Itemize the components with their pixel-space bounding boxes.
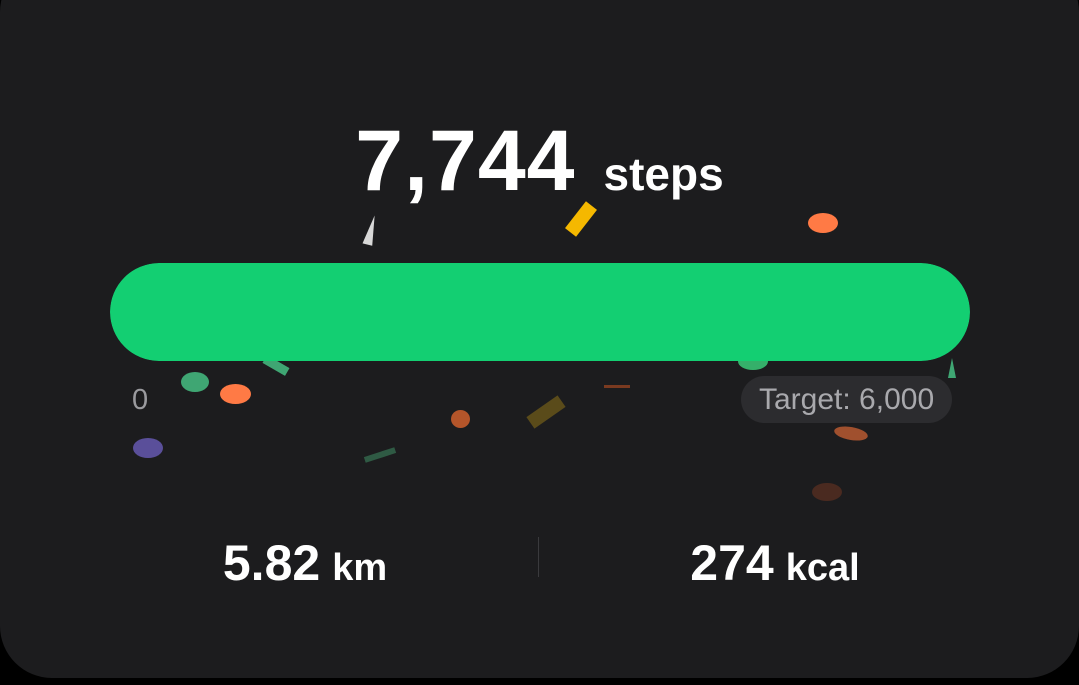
step-progress-bar [110,263,970,361]
confetti-piece [181,372,209,392]
steps-unit-label: steps [603,148,724,200]
calories-stat: 274 kcal [620,534,930,592]
confetti-piece [833,424,869,443]
progress-min-label: 0 [132,384,149,416]
confetti-piece [526,395,566,429]
stats-divider [538,537,539,577]
calories-unit: kcal [785,547,860,589]
distance-stat: 5.82 km [150,534,460,592]
distance-value: 5.82 [222,535,321,591]
target-badge: Target: 6,000 [741,376,953,423]
steps-summary: 7,744 steps [0,112,1079,211]
confetti-piece [363,447,397,463]
confetti-piece [604,385,630,388]
confetti-piece [362,214,380,246]
confetti-piece [133,438,163,458]
confetti-piece [808,213,838,233]
confetti-piece [812,483,842,501]
confetti-piece [220,384,251,404]
step-progress-fill [110,263,970,361]
confetti-piece [948,358,956,378]
confetti-piece [451,410,470,428]
steps-count: 7,744 [355,113,576,209]
calories-value: 274 [690,535,774,591]
steps-card[interactable]: 7,744 steps 0 Target: 6,000 5.82 km 274 kca… [0,0,1079,678]
distance-unit: km [332,547,388,589]
